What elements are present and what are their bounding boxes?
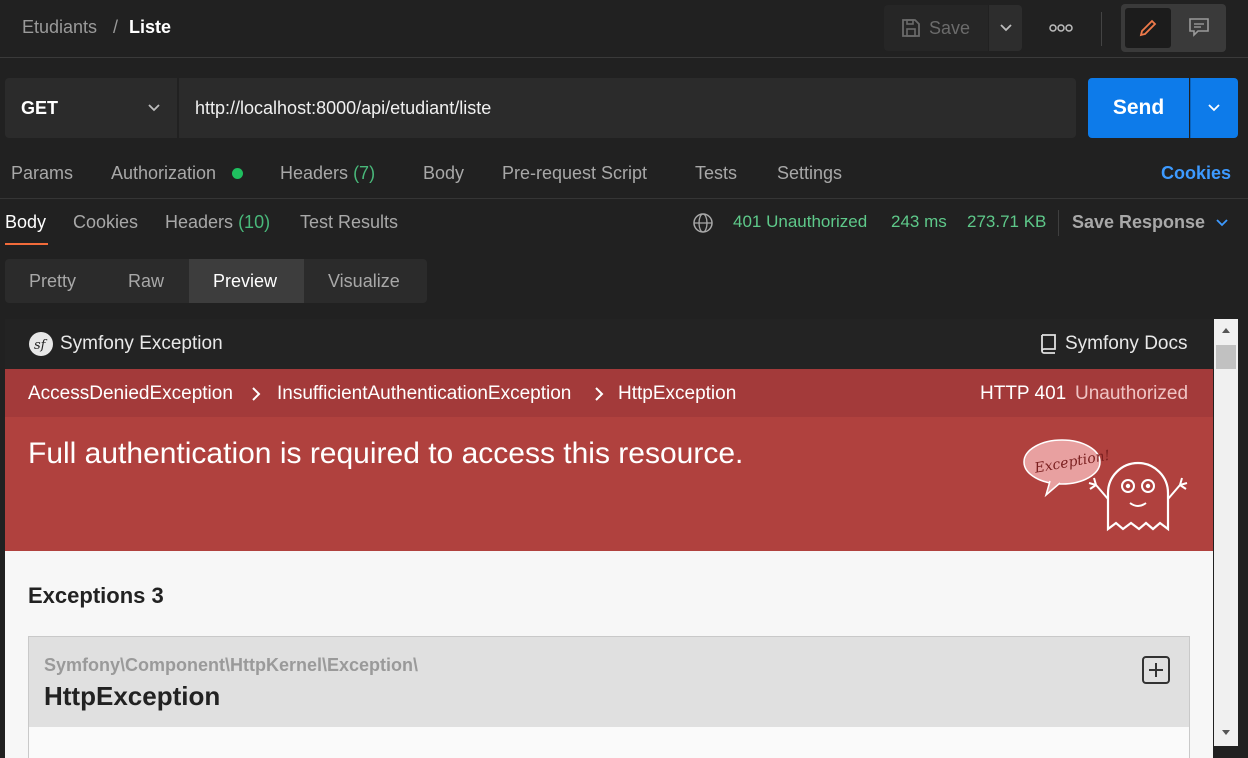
tab-headers[interactable]: Headers (7) (280, 163, 375, 184)
symfony-brand: Symfony Exception (60, 333, 223, 354)
save-dropdown-button[interactable] (989, 5, 1022, 51)
edit-mode-button[interactable] (1125, 8, 1171, 48)
exception-message: Full authentication is required to acces… (28, 437, 744, 470)
scroll-up-icon[interactable] (1220, 325, 1232, 335)
response-tab-headers-label: Headers (165, 212, 234, 232)
more-options-button[interactable] (1046, 15, 1076, 41)
exception-trace-area (29, 727, 1189, 758)
tab-authorization-label: Authorization (111, 163, 217, 183)
page-title[interactable]: Liste (129, 17, 171, 38)
method-label: GET (21, 98, 59, 118)
status-divider (1058, 210, 1059, 236)
tab-tests[interactable]: Tests (695, 163, 737, 184)
view-preview[interactable]: Preview (213, 271, 277, 292)
more-horizontal-icon (1049, 24, 1073, 32)
exception-ghost-icon: Exception! (1023, 439, 1188, 532)
chevron-down-icon (1208, 104, 1220, 112)
headers-count-badge: (7) (353, 163, 376, 183)
chevron-down-icon (1216, 219, 1228, 227)
breadcrumb-separator: / (113, 17, 119, 37)
method-select[interactable]: GET (5, 78, 177, 138)
chevron-down-icon (1000, 24, 1012, 32)
tab-headers-label: Headers (280, 163, 349, 183)
url-input[interactable]: http://localhost:8000/api/etudiant/liste (179, 78, 1076, 138)
toolbar-divider (1101, 12, 1102, 46)
exception-namespace: Symfony\Component\HttpKernel\Exception\ (44, 655, 419, 675)
response-preview: sf Symfony Exception Symfony Docs Access… (5, 319, 1213, 758)
active-tab-underline (5, 243, 48, 245)
view-pretty[interactable]: Pretty (29, 271, 76, 292)
symfony-logo-icon: sf (29, 332, 53, 356)
http-status-text: Unauthorized (1075, 383, 1189, 404)
send-dropdown-button[interactable] (1190, 78, 1238, 138)
cookies-link[interactable]: Cookies (1161, 163, 1231, 184)
response-tab-headers[interactable]: Headers (10) (165, 212, 270, 233)
response-size[interactable]: 273.71 KB (967, 212, 1046, 232)
pencil-icon (1139, 19, 1157, 37)
symfony-header: sf Symfony Exception Symfony Docs (5, 319, 1213, 369)
tabs-divider (0, 198, 1248, 199)
response-tab-cookies[interactable]: Cookies (73, 212, 138, 233)
comments-button[interactable] (1179, 12, 1219, 44)
symfony-docs-link[interactable]: Symfony Docs (1065, 333, 1187, 355)
breadcrumb-parent[interactable]: Etudiants (22, 17, 97, 38)
comment-icon (1189, 18, 1209, 37)
exception-chain: AccessDeniedException InsufficientAuthen… (5, 369, 1213, 417)
view-raw[interactable]: Raw (128, 271, 164, 292)
scrollbar-thumb[interactable] (1216, 345, 1236, 369)
status-code[interactable]: 401 Unauthorized (733, 212, 867, 232)
auth-status-dot (232, 168, 243, 179)
tab-prerequest-script[interactable]: Pre-request Script (502, 163, 647, 184)
send-button[interactable]: Send (1088, 78, 1189, 138)
exceptions-count-title: Exceptions 3 (28, 583, 164, 608)
save-button[interactable]: Save (884, 5, 988, 51)
chevron-right-icon (252, 387, 261, 401)
chain-item[interactable]: InsufficientAuthenticationException (277, 383, 571, 405)
exception-card[interactable]: Symfony\Component\HttpKernel\Exception\ … (28, 636, 1190, 758)
save-icon (902, 19, 920, 37)
chain-item[interactable]: AccessDeniedException (28, 383, 233, 405)
tab-body[interactable]: Body (423, 163, 464, 184)
url-text: http://localhost:8000/api/etudiant/liste (195, 98, 492, 118)
send-divider (1190, 78, 1191, 138)
save-response-button[interactable]: Save Response (1072, 212, 1205, 233)
tab-params[interactable]: Params (11, 163, 73, 184)
view-visualize[interactable]: Visualize (328, 271, 400, 292)
expand-plus-icon[interactable] (1141, 655, 1171, 685)
tab-authorization[interactable]: Authorization (111, 163, 216, 184)
chain-item[interactable]: HttpException (618, 383, 736, 405)
top-bar: Etudiants / Liste Save (0, 0, 1248, 58)
response-time[interactable]: 243 ms (891, 212, 947, 232)
response-tab-test-results[interactable]: Test Results (300, 212, 398, 233)
tab-settings[interactable]: Settings (777, 163, 842, 184)
save-label: Save (929, 18, 971, 38)
scroll-down-icon[interactable] (1220, 728, 1232, 738)
preview-scrollbar[interactable] (1214, 319, 1238, 746)
chevron-right-icon (595, 387, 604, 401)
response-headers-count: (10) (238, 212, 271, 232)
response-tab-body[interactable]: Body (5, 212, 46, 233)
exception-message-panel: Full authentication is required to acces… (5, 417, 1213, 551)
globe-icon[interactable] (692, 212, 714, 234)
chevron-down-icon (148, 104, 160, 112)
http-status-code: HTTP 401 (980, 383, 1067, 404)
exception-class: HttpException (44, 681, 221, 711)
book-icon (1041, 334, 1056, 354)
